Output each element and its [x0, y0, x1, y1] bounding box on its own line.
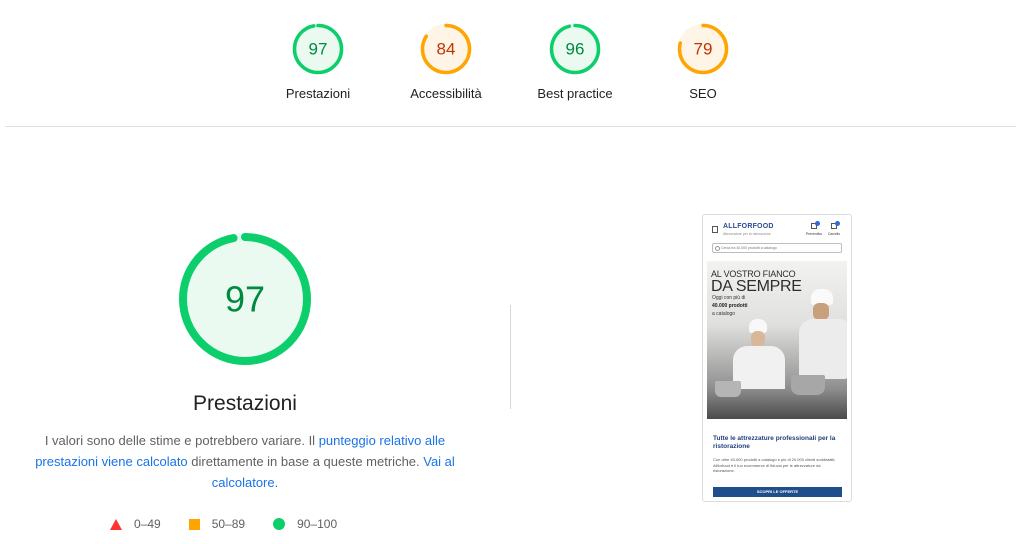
hero-subtext: 40.000 prodotti	[712, 303, 748, 309]
menu-icon	[712, 226, 718, 233]
site-section-paragraph: Con oltre 40.000 prodotti a catalogo e p…	[713, 457, 836, 473]
performance-description: I valori sono delle stime e potrebbero v…	[30, 430, 460, 493]
gauge-score: 84	[437, 40, 456, 59]
gauge-score: 97	[309, 40, 328, 59]
category-gauges: 97 Prestazioni 84 Accessibilità 96 Best …	[0, 0, 1024, 127]
site-search-bar: Cerca tra 40.000 prodotti a catalogo	[712, 243, 842, 253]
hero-headline-2: DA SEMPRE	[711, 278, 802, 295]
gauge-ring: 79	[677, 23, 729, 75]
gauge-label: Prestazioni	[285, 86, 351, 101]
performance-score-gauge: 97	[179, 233, 311, 365]
score-legend: 0–49 50–89 90–100	[110, 514, 365, 534]
pot-shape	[715, 381, 741, 397]
gauge-ring: 96	[549, 23, 601, 75]
hero-image: AL VOSTRO FIANCO DA SEMPRE Oggi con più …	[707, 261, 847, 419]
gauge-label: Accessibilità	[410, 86, 482, 101]
legend-fail: 0–49	[110, 517, 161, 531]
offers-button: SCOPRI LE OFFERTE	[713, 487, 842, 497]
gauge-best-practices[interactable]: 96 Best practice	[505, 22, 645, 101]
hero-subtext: Oggi con più di	[712, 295, 746, 301]
cart-icon: Carrello	[824, 221, 844, 236]
vertical-divider	[510, 305, 511, 409]
gauge-ring: 97	[292, 23, 344, 75]
triangle-icon	[110, 518, 122, 530]
gauge-score: 79	[694, 40, 713, 59]
desc-text: I valori sono delle stime e potrebbero v…	[44, 433, 319, 448]
gauge-label: Best practice	[537, 86, 613, 101]
legend-average: 50–89	[188, 517, 246, 531]
desc-text: direttamente in base a queste metriche.	[187, 454, 424, 469]
legend-pass: 90–100	[273, 517, 337, 531]
quote-icon: Preventivo	[804, 221, 824, 236]
page-screenshot-thumbnail[interactable]: ALLFORFOOD Attrezzature per la ristorazi…	[702, 214, 852, 502]
legend-pass-label: 90–100	[297, 517, 338, 531]
chef-shape	[813, 303, 829, 320]
quote-label: Preventivo	[805, 232, 823, 236]
circle-icon	[273, 518, 286, 530]
gauge-performance[interactable]: 97 Prestazioni	[248, 22, 388, 101]
legend-average-label: 50–89	[211, 517, 246, 531]
site-section-heading: Tutte le attrezzature professionali per …	[713, 435, 836, 450]
gauge-seo[interactable]: 79 SEO	[633, 22, 773, 101]
performance-title: Prestazioni	[193, 392, 297, 415]
site-logo: ALLFORFOOD	[723, 223, 774, 230]
gauge-score: 97	[225, 279, 265, 320]
square-icon	[188, 518, 200, 530]
gauge-accessibility[interactable]: 84 Accessibilità	[376, 22, 516, 101]
legend-fail-label: 0–49	[134, 517, 161, 531]
pot-shape	[791, 375, 825, 395]
hero-subtext: a catalogo	[712, 311, 736, 317]
gauge-ring: 84	[420, 23, 472, 75]
chef-shape	[751, 331, 765, 347]
gauge-label: SEO	[689, 86, 717, 101]
header-icons: Preventivo Carrello	[804, 221, 844, 236]
cart-label: Carrello	[827, 232, 841, 236]
chef-shape	[799, 319, 847, 379]
gauge-score: 96	[566, 40, 585, 59]
divider	[5, 126, 1016, 127]
site-logo-tagline: Attrezzature per la ristorazione	[723, 232, 771, 236]
site-header: ALLFORFOOD Attrezzature per la ristorazi…	[703, 215, 851, 241]
